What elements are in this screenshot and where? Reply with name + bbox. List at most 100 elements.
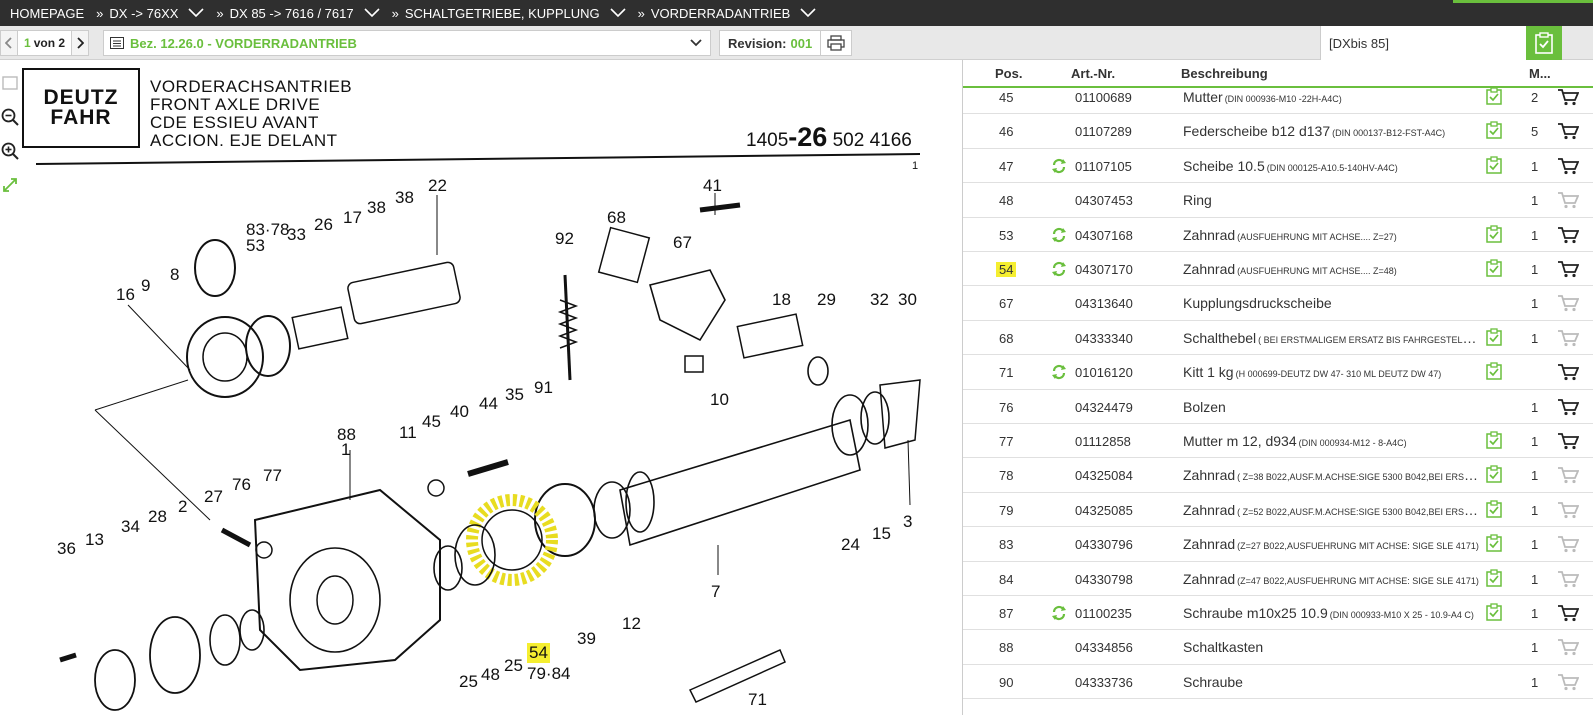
chevron-down-icon[interactable] [188,8,204,18]
cart-icon[interactable] [1557,432,1580,450]
cart-icon[interactable] [1557,329,1580,347]
cart-icon[interactable] [1557,122,1580,140]
zoom-out-button[interactable] [0,100,20,134]
part-label-8[interactable]: 8 [170,265,179,285]
part-label-36[interactable]: 36 [57,539,76,559]
table-row[interactable]: 76 04324479 Bolzen 1 [963,390,1593,424]
table-row[interactable]: 68 04333340 Schalthebel( BEI ERSTMALIGEM E… [963,321,1593,356]
prev-page-button[interactable] [0,30,18,56]
breadcrumb-label[interactable]: HOMEPAGE [10,6,84,21]
header-art[interactable]: Art.-Nr. [1071,66,1115,81]
part-label-7[interactable]: 7 [711,582,720,602]
add-to-list-button[interactable] [1526,26,1562,60]
part-label-38[interactable]: 38 [395,188,414,208]
part-label-29[interactable]: 29 [817,290,836,310]
part-label-39[interactable]: 39 [577,629,596,649]
clipboard-check-icon[interactable] [1485,362,1503,380]
table-row[interactable]: 84 04330798 Zahnrad (Z=47 B022,AUSFUEHRUNG … [963,562,1593,596]
table-row[interactable]: 53 04307168 Zahnrad (AUSFUEHRUNG MIT ACHSE.… [963,218,1593,252]
part-label-76[interactable]: 76 [232,475,251,495]
part-label-17[interactable]: 17 [343,208,362,228]
part-label-33[interactable]: 33 [287,225,306,245]
clipboard-check-icon[interactable] [1485,603,1503,621]
part-label-2[interactable]: 2 [178,497,187,517]
document-select[interactable]: Bez. 12.26.0 - VORDERRADANTRIEB [103,30,711,56]
part-label-79-84[interactable]: 79·84 [527,664,570,684]
breadcrumb-item-current[interactable]: » VORDERRADANTRIEB [638,6,817,21]
header-pos[interactable]: Pos. [995,66,1022,81]
part-label-91[interactable]: 91 [534,378,553,398]
replace-icon[interactable] [1051,605,1067,621]
fullscreen-button[interactable] [0,168,20,202]
part-label-35[interactable]: 35 [505,385,524,405]
part-label-16[interactable]: 16 [116,285,135,305]
cart-icon[interactable] [1557,88,1580,106]
cart-icon[interactable] [1557,501,1580,519]
table-row[interactable]: 54 04307170 Zahnrad (AUSFUEHRUNG MIT ACHSE.… [963,252,1593,287]
part-label-3[interactable]: 3 [903,512,912,532]
replace-icon[interactable] [1051,227,1067,243]
part-label-18[interactable]: 18 [772,290,791,310]
clipboard-check-icon[interactable] [1485,534,1503,552]
clipboard-check-icon[interactable] [1485,259,1503,277]
part-label-22[interactable]: 22 [428,176,447,196]
part-label-38[interactable]: 38 [367,198,386,218]
table-row[interactable]: 87 01100235 Schraube m10x25 10.9 (DIN 00093… [963,596,1593,631]
exploded-drawing[interactable] [0,60,962,715]
part-label-30[interactable]: 30 [898,290,917,310]
cart-icon[interactable] [1557,570,1580,588]
cart-icon[interactable] [1557,260,1580,278]
cart-icon[interactable] [1557,157,1580,175]
table-row[interactable]: 46 01107289 Federscheibe b12 d137 (DIN 0001… [963,114,1593,149]
cart-icon[interactable] [1557,191,1580,209]
table-row[interactable]: 78 04325084 Zahnrad( Z=38 B022,AUSF.M.ACHS… [963,458,1593,493]
clipboard-check-icon[interactable] [1485,328,1503,346]
table-row[interactable]: 48 04307453 Ring 1 [963,183,1593,218]
cart-icon[interactable] [1557,363,1580,381]
part-label-40[interactable]: 40 [450,402,469,422]
cart-icon[interactable] [1557,673,1580,691]
table-row[interactable]: 79 04325085 Zahnrad( Z=52 B022,AUSF.M.ACHS… [963,493,1593,528]
clipboard-check-icon[interactable] [1485,121,1503,140]
breadcrumb-item-model[interactable]: » DX 85 -> 7616 / 7617 [216,6,380,21]
breadcrumb-item-series[interactable]: » DX -> 76XX [96,6,204,21]
clipboard-check-icon[interactable] [1485,224,1503,243]
model-filter-input[interactable]: [DXbis 85] [1320,26,1526,60]
part-label-12[interactable]: 12 [622,614,641,634]
breadcrumb-item-home[interactable]: HOMEPAGE [10,6,84,21]
table-row[interactable]: 90 04333736 Schraube 1 [963,665,1593,700]
chevron-down-icon[interactable] [800,8,816,18]
print-button[interactable] [820,30,852,56]
breadcrumb-label[interactable]: SCHALTGETRIEBE, KUPPLUNG [405,6,600,21]
part-label-24[interactable]: 24 [841,535,860,555]
breadcrumb-label[interactable]: DX 85 -> 7616 / 7617 [230,6,354,21]
part-label-68[interactable]: 68 [607,208,626,228]
part-label-44[interactable]: 44 [479,394,498,414]
fit-view-button[interactable] [0,66,20,100]
chevron-down-icon[interactable] [610,8,626,18]
chevron-down-icon[interactable] [364,8,380,18]
clipboard-check-icon[interactable] [1485,568,1503,587]
clipboard-check-icon[interactable] [1485,156,1503,174]
clipboard-check-icon[interactable] [1485,465,1503,484]
part-label-25[interactable]: 25 [459,672,478,692]
breadcrumb-label[interactable]: DX -> 76XX [109,6,178,21]
header-desc[interactable]: Beschreibung [1181,66,1268,81]
part-label-34[interactable]: 34 [121,517,140,537]
cart-icon[interactable] [1557,466,1580,484]
part-label-77[interactable]: 77 [263,466,282,486]
part-label-48[interactable]: 48 [481,665,500,685]
replace-icon[interactable] [1051,261,1067,277]
part-label-25[interactable]: 25 [504,656,523,676]
breadcrumb-label[interactable]: VORDERRADANTRIEB [651,6,790,21]
next-page-button[interactable] [71,30,90,56]
cart-icon[interactable] [1557,398,1580,416]
part-label-13[interactable]: 13 [85,530,104,550]
part-label-1[interactable]: 1 [341,440,350,460]
part-label-26[interactable]: 26 [314,215,333,235]
part-label-45[interactable]: 45 [422,412,441,432]
part-label-11[interactable]: 11 [399,423,417,443]
cart-icon[interactable] [1557,226,1580,244]
part-label-15[interactable]: 15 [872,524,891,544]
cart-icon[interactable] [1557,294,1580,312]
